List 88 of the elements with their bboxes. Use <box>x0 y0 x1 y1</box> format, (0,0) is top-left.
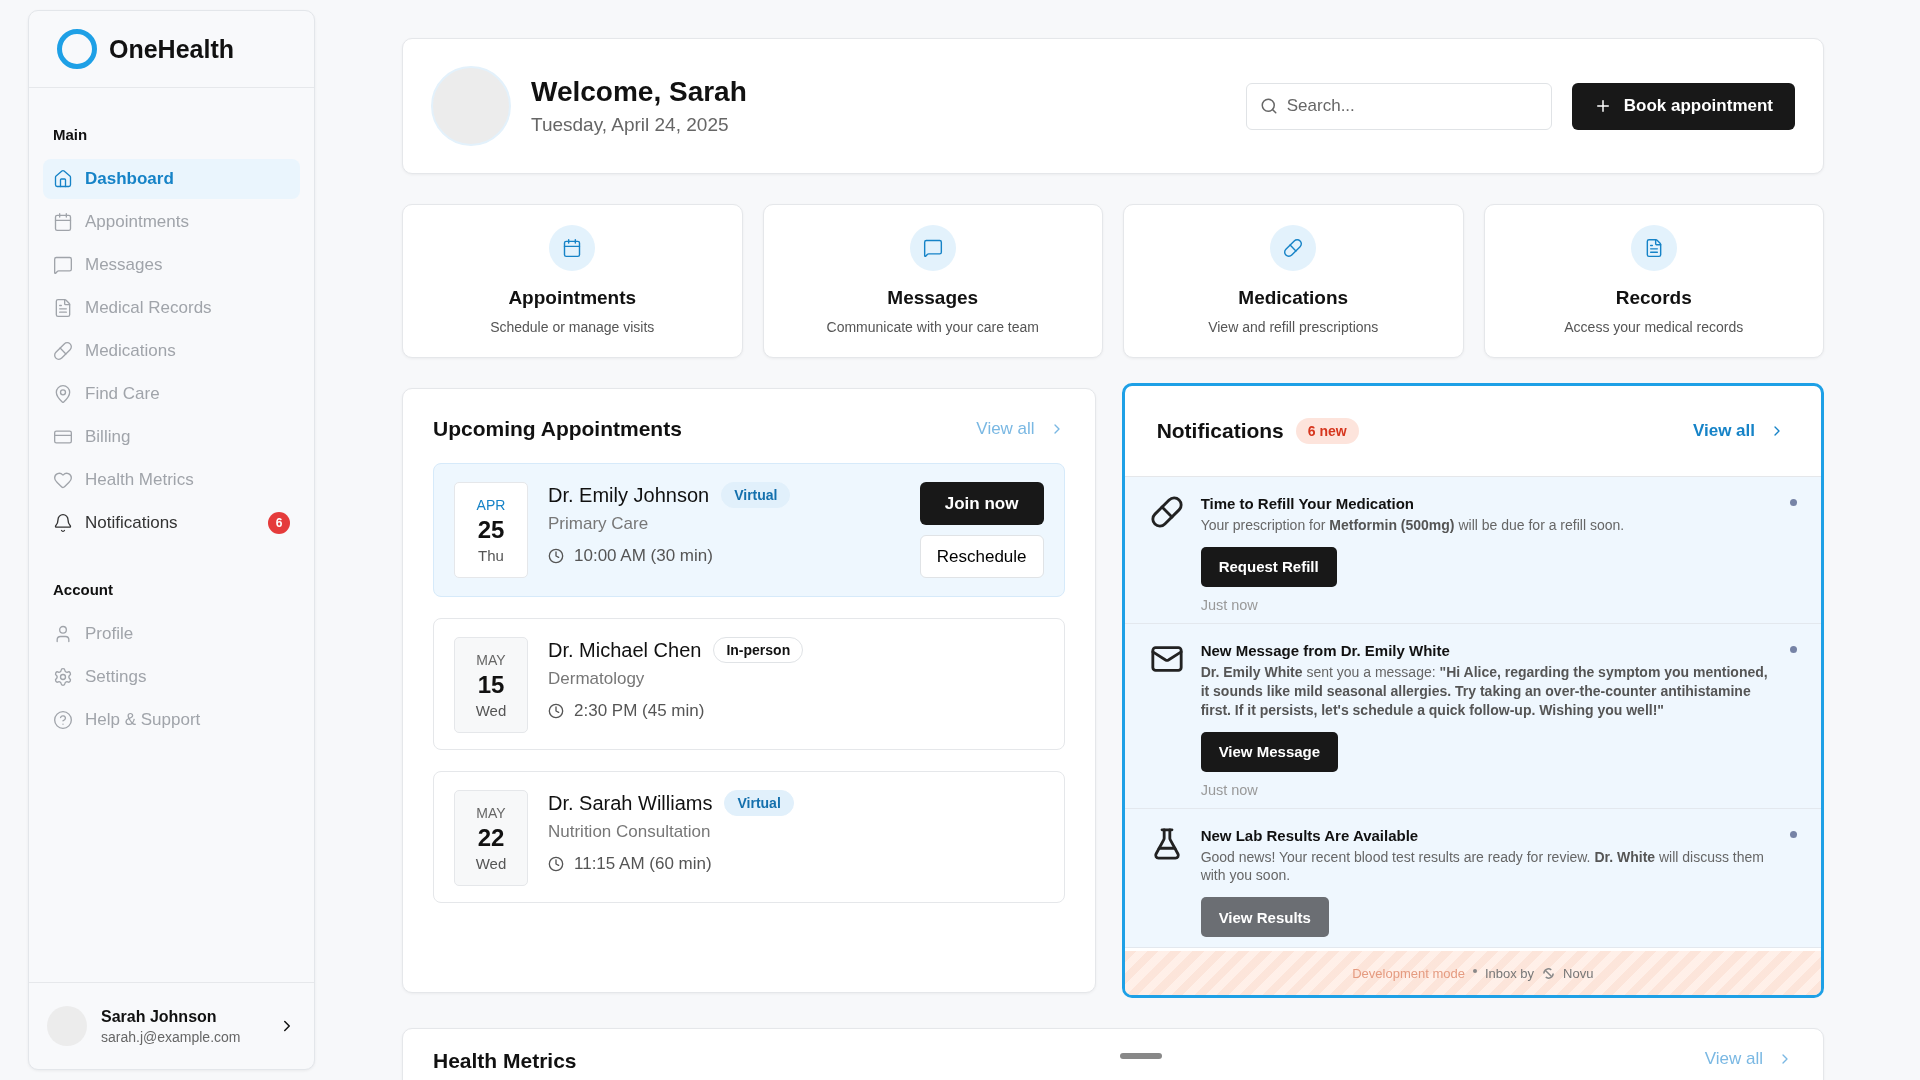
date-tile: MAY 15 Wed <box>454 637 528 733</box>
card-subtitle: Access your medical records <box>1564 319 1744 335</box>
timestamp: Just now <box>1200 781 1259 798</box>
card-title: Upcoming Appointments <box>433 417 682 441</box>
pill-icon <box>1270 225 1317 271</box>
reschedule-button[interactable]: Reschedule <box>919 535 1044 578</box>
time-text: 11:15 AM (60 min) <box>574 854 712 874</box>
card-subtitle: View and refill prescriptions <box>1208 319 1379 335</box>
notification-text: Your prescription for Metformin (500mg) will be due for a refill soon. <box>1200 516 1626 535</box>
card-title: Medications <box>1238 287 1349 309</box>
user-name: Sarah Johnson <box>101 1007 218 1026</box>
join-button[interactable]: Join now <box>919 482 1044 525</box>
home-icon <box>53 169 73 189</box>
calendar-icon <box>549 225 596 271</box>
quick-action-card[interactable]: Medications View and refill prescriptions <box>1123 204 1464 358</box>
clock-icon <box>548 548 564 564</box>
card-subtitle: Schedule or manage visits <box>490 319 655 335</box>
quick-action-card[interactable]: Appointments Schedule or manage visits <box>402 204 743 358</box>
count-badge: 6 <box>268 512 290 534</box>
doctor-name: Dr. Emily Johnson <box>548 483 710 507</box>
notification-title: New Message from Dr. Emily White <box>1200 641 1451 659</box>
card-title: Appointments <box>508 287 637 309</box>
card-title: Notifications <box>1156 419 1284 443</box>
notification-item[interactable]: Time to Refill Your Medication Your prescription for Metformin (500mg) will be due for a refill soon. Request Refill Just now <box>1124 477 1821 624</box>
search-icon <box>1259 96 1278 115</box>
brand-name: OneHealth <box>109 34 235 64</box>
section-label: Account <box>52 581 114 598</box>
search-field[interactable]: Search... <box>1245 82 1552 130</box>
doctor-name: Dr. Sarah Williams <box>548 791 713 815</box>
card-title: Records <box>1615 287 1692 309</box>
notification-item[interactable] <box>1124 623 1821 809</box>
nav-item[interactable]: Notifications 6 <box>43 503 300 543</box>
help-icon <box>53 710 73 730</box>
card-title: Health Metrics <box>433 1049 577 1073</box>
chat-bubble-icon <box>53 255 73 275</box>
pill-icon <box>1149 495 1184 529</box>
nav-item[interactable]: Dashboard <box>43 159 300 199</box>
quick-action-card[interactable]: Records Access your medical records <box>1483 204 1824 358</box>
view-all-link[interactable]: View all <box>1692 421 1785 441</box>
pill-icon <box>53 341 73 361</box>
clock-icon <box>548 856 564 872</box>
notification-action-button[interactable]: View Message <box>1200 731 1339 772</box>
date-tile: MAY 22 Wed <box>454 790 528 886</box>
drag-handle[interactable] <box>1119 1053 1162 1059</box>
gear-icon <box>53 667 73 687</box>
date-tile: APR 25 Thu <box>454 482 528 578</box>
map-pin-icon <box>53 384 73 404</box>
appointment-item[interactable]: MAY 15 Wed Dr. Michael Chen In-person Dermatology 2:30 PM (45 min) <box>433 618 1065 750</box>
visit-type-tag: In-person <box>713 637 804 663</box>
chat-bubble-icon <box>909 225 956 271</box>
appointment-item[interactable]: MAY 22 Wed Dr. Sarah Williams Virtual Nutrition Consultation 11:15 AM (60 min) <box>433 771 1065 903</box>
document-icon <box>1630 225 1677 271</box>
appointment-item[interactable]: APR 25 Thu Dr. Emily Johnson Virtual Primary Care 10:00 AM (30 min) Join now Reschedule <box>433 463 1065 597</box>
welcome-title: Welcome, Sarah <box>531 76 747 108</box>
calendar-icon <box>53 212 73 232</box>
new-count-badge: 6 new <box>1295 418 1359 444</box>
notification-item[interactable]: New Lab Results Are Available Good news! Your recent blood test results are ready for review. Dr. White will discuss them with you soon. View Results <box>1124 808 1821 949</box>
inbox-text: Inbox by <box>1484 965 1535 981</box>
clock-icon <box>548 703 564 719</box>
visit-type-tag: Virtual <box>721 482 791 508</box>
date-text: Tuesday, April 24, 2025 <box>531 114 730 136</box>
notification-title: New Lab Results Are Available <box>1200 826 1420 844</box>
vendor-name: Novu <box>1563 965 1594 981</box>
document-icon <box>53 298 73 318</box>
specialty-text: Nutrition Consultation <box>548 822 712 842</box>
timestamp: Just now <box>1200 596 1259 613</box>
card-subtitle: Communicate with your care team <box>826 319 1039 335</box>
book-appointment-button[interactable]: Book appointment <box>1571 82 1795 130</box>
specialty-text: Primary Care <box>548 514 650 534</box>
notification-text: Dr. Emily White sent you a message: "Hi Alice, regarding the symptom you mentioned, it sounds like mild seasonal allergies. Try taking an over-the-counter antihistamine first. If it persists, let's schedule a quick follow-up. Wishing you well!" <box>1200 662 1769 720</box>
section-label: Main <box>52 126 89 143</box>
doctor-name: Dr. Michael Chen <box>548 638 702 662</box>
time-text: 10:00 AM (30 min) <box>574 546 713 566</box>
notification-action-button[interactable]: Request Refill <box>1200 546 1337 587</box>
notification-title: Time to Refill Your Medication <box>1200 495 1415 512</box>
logo-ring-icon <box>57 29 97 69</box>
user-email: sarah.j@example.com <box>101 1028 242 1045</box>
card-title: Messages <box>887 287 979 309</box>
quick-action-card[interactable]: Messages Communicate with your care team <box>762 204 1103 358</box>
notification-text: Good news! Your recent blood test results are ready for review. Dr. White will discuss them with you soon. <box>1200 847 1765 886</box>
heart-icon <box>53 470 73 490</box>
vendor-logo-icon <box>1542 966 1556 980</box>
notification-action-button[interactable]: View Results <box>1200 897 1329 938</box>
mode-text: Development mode <box>1352 965 1465 981</box>
time-text: 2:30 PM (45 min) <box>574 701 705 721</box>
visit-type-tag: Virtual <box>724 790 794 816</box>
specialty-text: Dermatology <box>548 669 646 689</box>
bell-icon <box>53 513 73 533</box>
